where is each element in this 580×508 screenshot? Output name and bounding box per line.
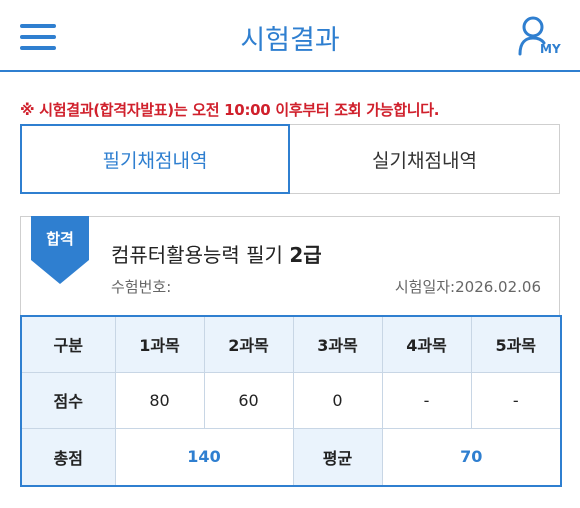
exam-date: 시험일자:2026.02.06: [395, 276, 541, 297]
score-subject-4: -: [381, 371, 472, 429]
score-subject-1: 80: [114, 371, 205, 429]
notice-time: 10:00: [224, 101, 271, 119]
exam-grade: 2급: [289, 243, 322, 267]
exam-name: 컴퓨터활용능력 필기 2급: [111, 239, 322, 268]
average-value-cell: 70: [381, 427, 562, 487]
exam-number-label: 수험번호:: [111, 278, 172, 296]
notice-message: ※ 시험결과(합격자발표)는 오전 10:00 이후부터 조회 가능합니다.: [20, 99, 439, 120]
score-subject-2: 60: [203, 371, 294, 429]
notice-suffix: 이후부터 조회 가능합니다.: [270, 101, 440, 119]
app-header: 시험결과 MY: [0, 0, 580, 72]
header-cell-category: 구분: [20, 315, 116, 373]
score-label-cell: 점수: [20, 371, 116, 429]
average-label-cell: 평균: [292, 427, 383, 487]
header-cell-subject-3: 3과목: [292, 315, 383, 373]
exam-date-label: 시험일자:: [394, 278, 456, 296]
score-subject-3: 0: [292, 371, 383, 429]
page-title: 시험결과: [240, 25, 340, 56]
table-total-row: 총점 140 평균 70: [20, 427, 562, 487]
header-cell-subject-5: 5과목: [470, 315, 562, 373]
score-table: 구분 1과목 2과목 3과목 4과목 5과목 점수 80 60 0 - - 총점…: [20, 315, 562, 487]
pass-label: 합격: [46, 230, 74, 248]
exam-date-value: 2026.02.06: [455, 278, 541, 296]
my-page-button[interactable]: MY: [518, 16, 566, 60]
table-score-row: 점수 80 60 0 - -: [20, 371, 562, 429]
score-subject-5: -: [470, 371, 562, 429]
header-cell-subject-4: 4과목: [381, 315, 472, 373]
header-cell-subject-2: 2과목: [203, 315, 294, 373]
header-cell-subject-1: 1과목: [114, 315, 205, 373]
tab-written-scoring[interactable]: 필기채점내역: [20, 124, 290, 194]
notice-prefix: ※ 시험결과(합격자발표)는 오전: [20, 101, 225, 119]
total-label-cell: 총점: [20, 427, 116, 487]
result-card: 합격 컴퓨터활용능력 필기 2급 수험번호: 시험일자:2026.02.06: [20, 216, 560, 315]
total-value-cell: 140: [114, 427, 294, 487]
pass-badge: 합격: [31, 216, 89, 284]
tab-bar: 필기채점내역 실기채점내역: [20, 124, 560, 194]
my-label: MY: [540, 42, 561, 56]
table-header-row: 구분 1과목 2과목 3과목 4과목 5과목: [20, 315, 562, 373]
tab-practical-scoring[interactable]: 실기채점내역: [290, 124, 560, 194]
exam-name-text: 컴퓨터활용능력 필기: [111, 243, 290, 267]
